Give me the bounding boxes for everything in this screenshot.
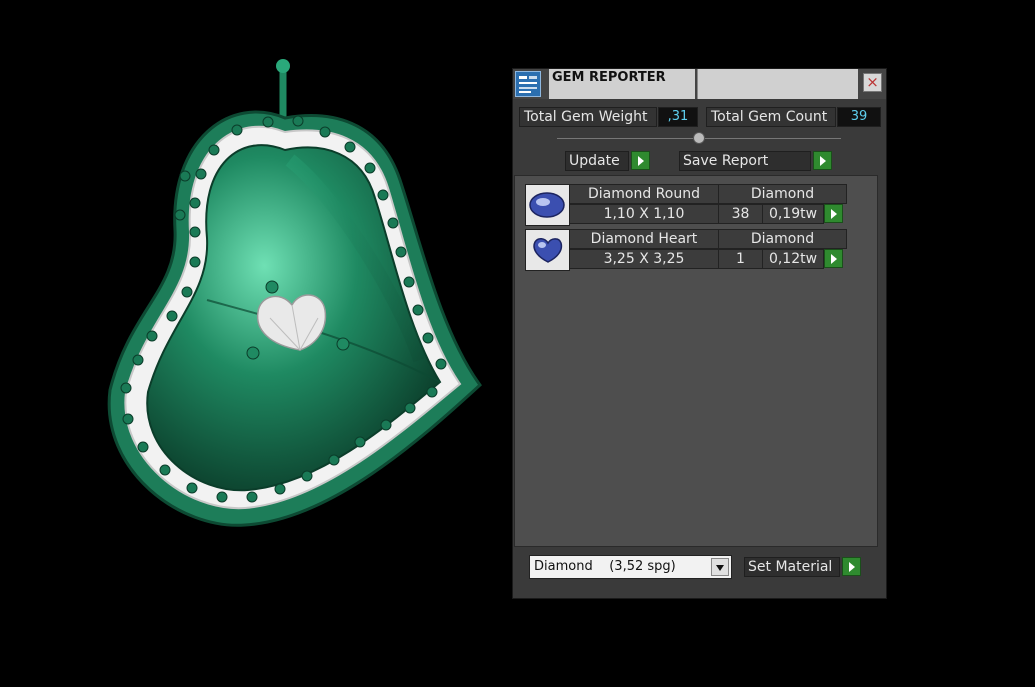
gem-weight: 0,12tw bbox=[762, 249, 824, 269]
gem-size: 1,10 X 1,10 bbox=[569, 204, 719, 224]
round-gem-icon bbox=[525, 184, 570, 226]
3d-viewport[interactable] bbox=[0, 0, 500, 683]
gem-material: Diamond bbox=[718, 229, 847, 249]
gem-go-icon[interactable] bbox=[824, 249, 843, 268]
save-report-go-icon[interactable] bbox=[813, 151, 832, 170]
total-gem-count-label: Total Gem Count bbox=[706, 107, 836, 127]
heart-pendant-model bbox=[107, 59, 483, 527]
gem-reporter-app-icon bbox=[515, 71, 541, 97]
gem-row[interactable]: Diamond Round Diamond 1,10 X 1,10 38 0,1… bbox=[525, 184, 847, 226]
update-button[interactable]: Update bbox=[565, 151, 629, 171]
close-icon[interactable]: × bbox=[863, 73, 882, 92]
gem-reporter-panel: GEM REPORTER × Total Gem Weight ,31 Tota… bbox=[512, 68, 887, 599]
gem-shape: Diamond Heart bbox=[569, 229, 719, 249]
panel-title: GEM REPORTER bbox=[549, 69, 695, 99]
gem-row[interactable]: Diamond Heart Diamond 3,25 X 3,25 1 0,12… bbox=[525, 229, 847, 271]
set-material-go-icon[interactable] bbox=[842, 557, 861, 576]
gem-size: 3,25 X 3,25 bbox=[569, 249, 719, 269]
title-bar-spacer bbox=[697, 69, 858, 99]
gem-weight: 0,19tw bbox=[762, 204, 824, 224]
heart-gem-icon bbox=[525, 229, 570, 271]
material-select-value: Diamond (3,52 spg) bbox=[534, 559, 676, 574]
gem-count: 1 bbox=[718, 249, 763, 269]
slider-handle[interactable] bbox=[693, 132, 705, 144]
chevron-down-icon[interactable] bbox=[711, 558, 729, 576]
gem-count: 38 bbox=[718, 204, 763, 224]
gem-go-icon[interactable] bbox=[824, 204, 843, 223]
material-select[interactable]: Diamond (3,52 spg) bbox=[529, 555, 732, 579]
set-material-button[interactable]: Set Material bbox=[744, 557, 840, 577]
gem-material: Diamond bbox=[718, 184, 847, 204]
title-bar[interactable]: GEM REPORTER × bbox=[513, 69, 886, 99]
total-gem-weight-label: Total Gem Weight bbox=[519, 107, 657, 127]
save-report-button[interactable]: Save Report bbox=[679, 151, 811, 171]
total-gem-weight-value: ,31 bbox=[658, 107, 698, 127]
total-gem-count-value: 39 bbox=[837, 107, 881, 127]
gem-shape: Diamond Round bbox=[569, 184, 719, 204]
update-go-icon[interactable] bbox=[631, 151, 650, 170]
gem-list[interactable]: Diamond Round Diamond 1,10 X 1,10 38 0,1… bbox=[514, 175, 878, 547]
